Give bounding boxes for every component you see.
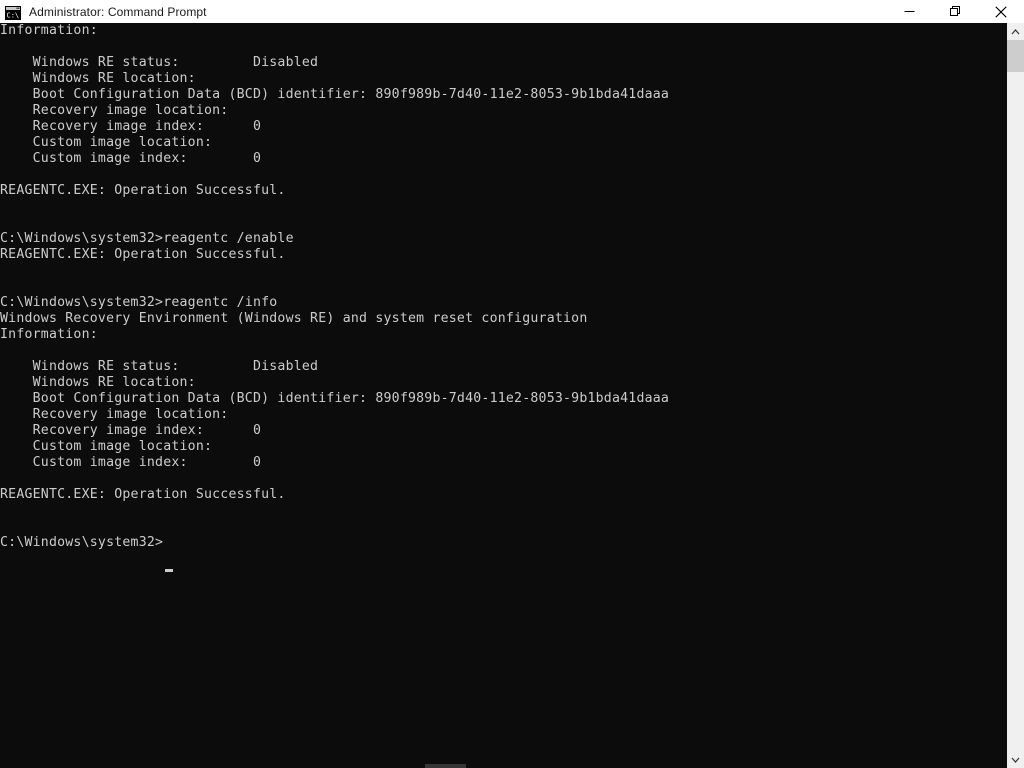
console-text: Information: Windows RE status: Disabled… [0,23,670,550]
console-output-area[interactable]: Information: Windows RE status: Disabled… [0,23,1007,768]
horizontal-scrollbar-thumb[interactable] [425,764,466,768]
text-cursor [165,569,173,572]
scroll-up-arrow-button[interactable] [1007,23,1024,40]
window-controls [886,0,1024,23]
title-bar[interactable]: C:\ Administrator: Command Prompt [0,0,1024,23]
command-prompt-icon[interactable]: C:\ [5,5,21,20]
restore-button[interactable] [932,0,978,23]
vertical-scrollbar[interactable] [1007,23,1024,768]
vertical-scrollbar-thumb[interactable] [1007,40,1024,72]
window-title: Administrator: Command Prompt [29,4,207,19]
chevron-down-icon [1011,757,1020,763]
minimize-button[interactable] [886,0,932,23]
scroll-down-arrow-button[interactable] [1007,751,1024,768]
horizontal-scrollbar[interactable] [0,763,1007,768]
svg-text:C:\: C:\ [7,11,20,19]
command-prompt-window: C:\ Administrator: Command Prompt Inform… [0,0,1024,768]
close-icon [995,5,1007,18]
restore-icon [949,6,960,16]
minimize-icon [904,11,914,12]
close-button[interactable] [978,0,1024,23]
chevron-up-icon [1011,28,1020,34]
command-prompt-icon-glyph: C:\ [5,5,21,20]
